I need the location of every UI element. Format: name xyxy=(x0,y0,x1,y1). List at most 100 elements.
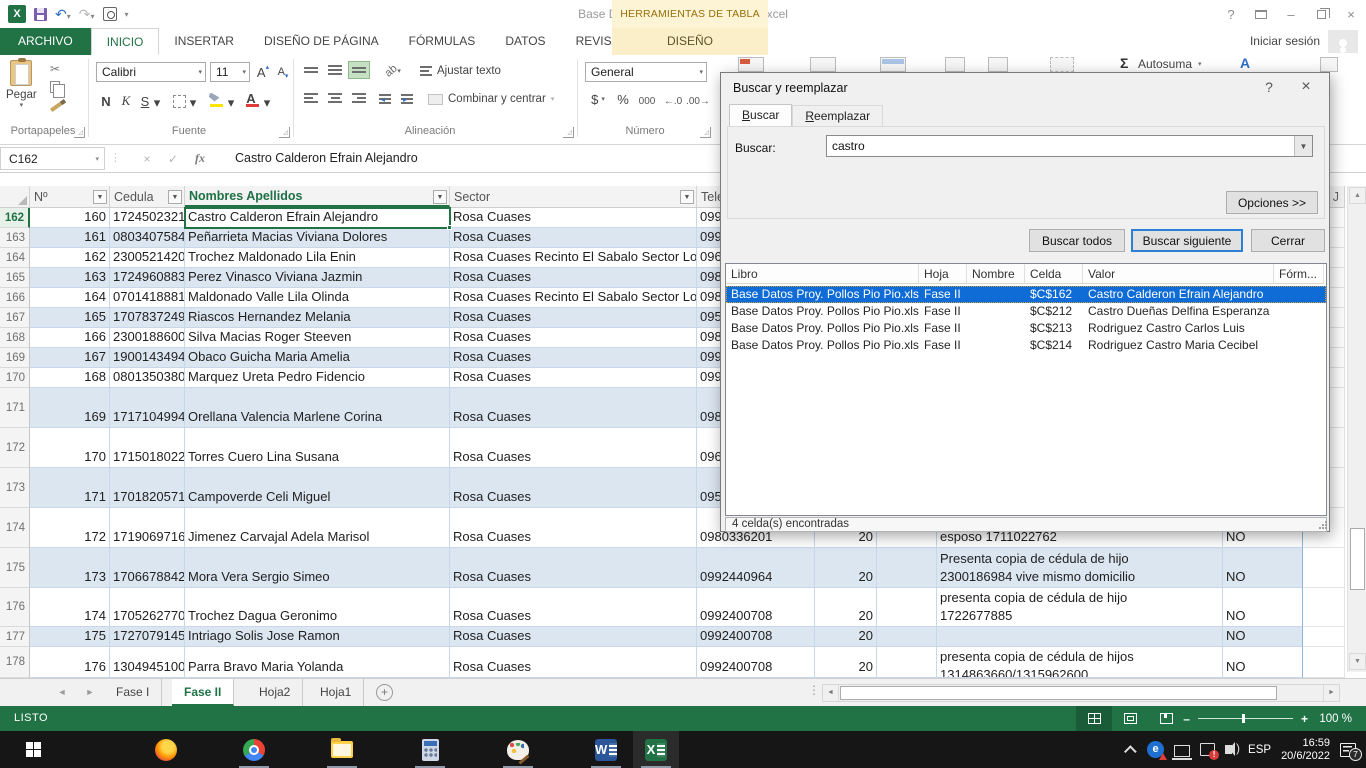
cell-cedula-165[interactable]: 1724960883 xyxy=(110,268,185,288)
cell-n-164[interactable]: 162 xyxy=(30,248,110,268)
cell-obs-177[interactable] xyxy=(937,627,1223,647)
ribbon-tab-insertar[interactable]: INSERTAR xyxy=(159,28,249,55)
number-format-combo[interactable]: General▾ xyxy=(585,62,707,82)
cell-n-174[interactable]: 172 xyxy=(30,508,110,548)
cell-n-172[interactable]: 170 xyxy=(30,428,110,468)
align-left-button[interactable] xyxy=(300,89,322,107)
fill-color-button[interactable] xyxy=(206,90,224,110)
orientation-button[interactable]: ab▾ xyxy=(380,61,406,81)
page-layout-view-button[interactable] xyxy=(1112,706,1148,731)
minimize-button[interactable]: – xyxy=(1276,0,1306,28)
zoom-slider[interactable] xyxy=(1198,718,1293,719)
select-all-corner[interactable] xyxy=(0,186,30,207)
cell-colj-175[interactable] xyxy=(1303,548,1345,588)
cell-styles-icon[interactable] xyxy=(880,57,906,72)
column-header-nombres[interactable]: Nombres Apellidos xyxy=(185,186,450,207)
cell-n-173[interactable]: 171 xyxy=(30,468,110,508)
result-row-2[interactable]: Base Datos Proy. Pollos Pio Pio.xlsxFase… xyxy=(726,303,1326,320)
horizontal-scrollbar[interactable]: ◄ ► xyxy=(822,684,1340,702)
cell-n-171[interactable]: 169 xyxy=(30,388,110,428)
wrap-text-button[interactable]: Ajustar texto xyxy=(420,61,540,81)
increase-indent-button[interactable]: ▸ xyxy=(400,89,418,109)
cell-sector-173[interactable]: Rosa Cuases xyxy=(450,468,697,508)
cell-sector-176[interactable]: Rosa Cuases xyxy=(450,588,697,627)
cell-nombres-175[interactable]: Mora Vera Sergio Simeo xyxy=(185,548,450,588)
page-break-view-button[interactable] xyxy=(1148,706,1184,731)
find-combo[interactable]: ▼ xyxy=(826,135,1313,157)
formula-content[interactable]: Castro Calderon Efrain Alejandro xyxy=(235,145,418,172)
avatar[interactable] xyxy=(1328,30,1358,53)
cell-cedula-176[interactable]: 1705262770 xyxy=(110,588,185,627)
borders-button[interactable] xyxy=(170,91,188,111)
result-row-1[interactable]: Base Datos Proy. Pollos Pio Pio.xlsxFase… xyxy=(726,286,1326,303)
cell-telefono-177[interactable]: 0992400708 xyxy=(697,627,815,647)
cell-nombres-167[interactable]: Riascos Hernandez Melania xyxy=(185,308,450,328)
find-select-icon[interactable] xyxy=(1320,57,1338,72)
cell-sector-169[interactable]: Rosa Cuases xyxy=(450,348,697,368)
column-header-sector[interactable]: Sector xyxy=(450,186,697,207)
zoom-level[interactable]: 100 % xyxy=(1316,713,1352,725)
sign-in-link[interactable]: Iniciar sesión xyxy=(1250,28,1320,55)
network-icon[interactable] xyxy=(1174,745,1190,757)
row-header-177[interactable]: 177 xyxy=(0,627,30,647)
normal-view-button[interactable] xyxy=(1076,706,1112,731)
sheet-tab-hoja2[interactable]: Hoja2 xyxy=(247,679,303,706)
cell-colj-176[interactable] xyxy=(1303,588,1345,627)
dialog-help-icon[interactable]: ? xyxy=(1254,73,1284,101)
cell-nombres-164[interactable]: Trochez Maldonado Lila Enin xyxy=(185,248,450,268)
align-center-button[interactable] xyxy=(324,89,346,107)
cell-carga-175[interactable]: 20 xyxy=(815,548,877,588)
cell-sector-168[interactable]: Rosa Cuases xyxy=(450,328,697,348)
scroll-right-icon[interactable]: ► xyxy=(1323,685,1339,701)
results-column-nombre[interactable]: Nombre xyxy=(967,264,1025,284)
dialog-close-icon[interactable]: × xyxy=(1291,73,1321,101)
cell-colg-175[interactable] xyxy=(877,548,937,588)
taskbar-explorer[interactable] xyxy=(319,731,365,768)
start-button[interactable] xyxy=(10,731,56,768)
row-header-163[interactable]: 163 xyxy=(0,228,30,248)
antivirus-tray-icon[interactable]: e xyxy=(1147,741,1164,758)
language-indicator[interactable]: ESP xyxy=(1248,744,1271,756)
clipboard-dialog-launcher[interactable] xyxy=(74,127,85,138)
cell-n-175[interactable]: 173 xyxy=(30,548,110,588)
cell-sector-177[interactable]: Rosa Cuases xyxy=(450,627,697,647)
cell-cedula-172[interactable]: 1715018022 xyxy=(110,428,185,468)
row-header-178[interactable]: 178 xyxy=(0,647,30,678)
merge-center-button[interactable]: Combinar y centrar ▾ xyxy=(428,89,578,109)
tray-expand-icon[interactable] xyxy=(1124,745,1137,758)
sheet-nav-left-icon[interactable]: ◄ xyxy=(50,679,74,706)
taskbar-chrome[interactable] xyxy=(231,731,277,768)
close-dialog-button[interactable]: Cerrar xyxy=(1251,229,1325,252)
font-color-dropdown[interactable]: ▾ xyxy=(262,93,272,113)
cell-sector-167[interactable]: Rosa Cuases xyxy=(450,308,697,328)
cell-nombres-165[interactable]: Perez Vinasco Viviana Jazmin xyxy=(185,268,450,288)
scroll-up-icon[interactable]: ▲ xyxy=(1349,187,1366,204)
format-painter-button[interactable] xyxy=(50,99,70,115)
cell-cedula-177[interactable]: 1727079145 xyxy=(110,627,185,647)
cell-nombres-176[interactable]: Trochez Dagua Geronimo xyxy=(185,588,450,627)
cell-colg-178[interactable] xyxy=(877,647,937,678)
sort-filter-icon[interactable]: A xyxy=(1240,55,1250,71)
cell-cedula-163[interactable]: 0803407584 xyxy=(110,228,185,248)
cell-n-167[interactable]: 165 xyxy=(30,308,110,328)
delete-cells-icon[interactable] xyxy=(988,57,1008,72)
row-header-176[interactable]: 176 xyxy=(0,588,30,627)
cell-carga-176[interactable]: 20 xyxy=(815,588,877,627)
vertical-scroll-thumb[interactable] xyxy=(1350,528,1365,590)
fill-color-dropdown[interactable]: ▾ xyxy=(226,93,236,113)
cell-nombres-169[interactable]: Obaco Guicha Maria Amelia xyxy=(185,348,450,368)
column-header-sector-filter-icon[interactable]: ▼ xyxy=(680,190,694,204)
ribbon-tab-archivo[interactable]: ARCHIVO xyxy=(0,28,91,55)
ribbon-display-button[interactable] xyxy=(1246,0,1276,28)
results-column-celda[interactable]: Celda xyxy=(1025,264,1083,284)
row-header-171[interactable]: 171 xyxy=(0,388,30,428)
cell-n-166[interactable]: 164 xyxy=(30,288,110,308)
horizontal-scroll-thumb[interactable] xyxy=(840,686,1277,700)
cell-nombres-170[interactable]: Marquez Ureta Pedro Fidencio xyxy=(185,368,450,388)
dialog-title[interactable]: Buscar y reemplazar xyxy=(721,73,1329,103)
cell-sector-172[interactable]: Rosa Cuases xyxy=(450,428,697,468)
decrease-indent-button[interactable]: ◂ xyxy=(378,89,396,109)
taskbar-firefox[interactable] xyxy=(143,731,189,768)
cell-colj-177[interactable] xyxy=(1303,627,1345,647)
cell-cedula-173[interactable]: 1701820571 xyxy=(110,468,185,508)
